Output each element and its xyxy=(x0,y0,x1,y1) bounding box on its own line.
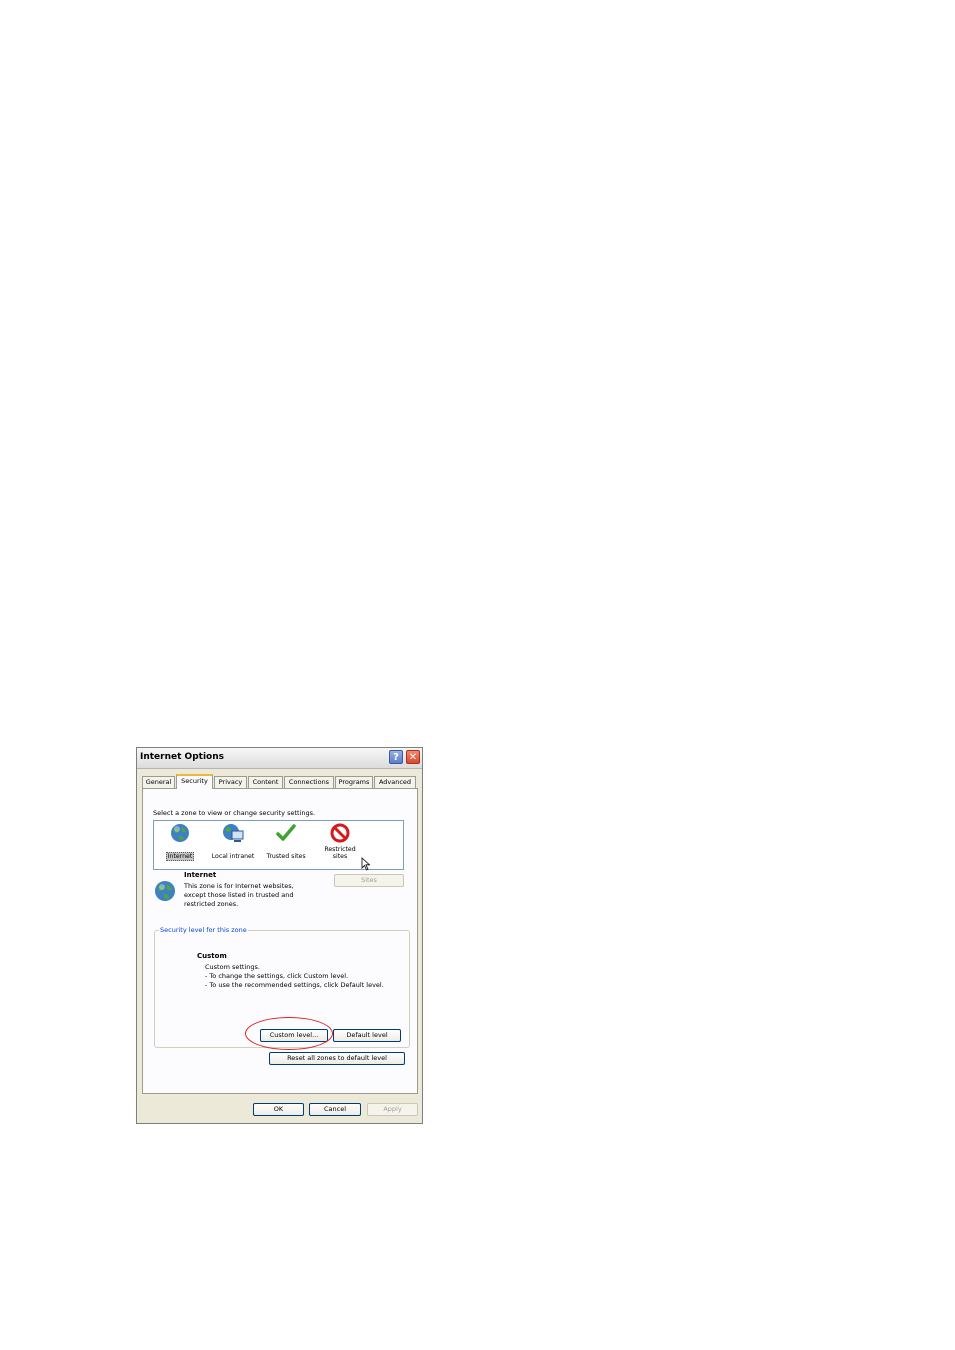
ok-button[interactable]: OK xyxy=(253,1103,304,1116)
zone-title: Internet xyxy=(184,871,217,879)
zone-label-trusted-sites: Trusted sites xyxy=(266,853,306,860)
tab-advanced[interactable]: Advanced xyxy=(374,776,416,788)
cancel-button[interactable]: Cancel xyxy=(309,1103,361,1116)
level-desc-line1: Custom settings. xyxy=(205,963,260,971)
globe-icon xyxy=(171,824,189,842)
tab-content[interactable]: Content xyxy=(248,776,283,788)
title-bar[interactable]: Internet Options ? ✕ xyxy=(137,748,422,769)
security-level-title: Custom xyxy=(197,952,227,960)
internet-options-dialog: Internet Options ? ✕ General Security Pr… xyxy=(136,747,423,1124)
help-button[interactable]: ? xyxy=(389,750,403,764)
checkmark-icon xyxy=(276,824,296,841)
zone-desc-line2: except those listed in trusted and xyxy=(184,891,294,899)
level-desc-line3: - To use the recommended settings, click… xyxy=(205,981,384,989)
zone-item-restricted-sites[interactable]: Restricted sites xyxy=(314,823,366,862)
zone-desc-line1: This zone is for Internet websites, xyxy=(184,882,294,890)
highlight-circle-annotation xyxy=(245,1017,333,1050)
mouse-pointer-icon xyxy=(361,857,371,871)
zone-item-trusted-sites[interactable]: Trusted sites xyxy=(260,823,312,862)
tab-general[interactable]: General xyxy=(142,776,175,788)
tab-security[interactable]: Security xyxy=(176,774,213,789)
zone-label-restricted-sites: Restricted sites xyxy=(324,846,356,860)
zone-label-local-intranet: Local intranet xyxy=(211,853,255,860)
reset-all-zones-button[interactable]: Reset all zones to default level xyxy=(269,1052,405,1065)
zone-globe-icon xyxy=(155,881,175,901)
tab-programs[interactable]: Programs xyxy=(335,776,373,788)
zone-item-internet[interactable]: Internet xyxy=(154,823,206,862)
window-title: Internet Options xyxy=(140,752,224,762)
tab-privacy[interactable]: Privacy xyxy=(214,776,247,788)
sites-button[interactable]: Sites xyxy=(334,874,404,887)
close-icon: ✕ xyxy=(408,752,418,763)
help-icon: ? xyxy=(393,752,399,763)
level-desc-line2: - To change the settings, click Custom l… xyxy=(205,972,349,980)
close-button[interactable]: ✕ xyxy=(406,750,420,764)
security-level-group-label: Security level for this zone xyxy=(159,926,248,934)
zone-list: Internet Local intranet Trusted sites Re… xyxy=(153,820,404,871)
apply-button[interactable]: Apply xyxy=(367,1103,418,1116)
zone-select-prompt: Select a zone to view or change security… xyxy=(153,809,316,817)
zone-label-internet: Internet xyxy=(165,852,195,861)
tab-connections[interactable]: Connections xyxy=(284,776,334,788)
restricted-icon xyxy=(330,823,350,843)
default-level-button[interactable]: Default level xyxy=(333,1029,401,1042)
zone-desc-line3: restricted zones. xyxy=(184,900,239,908)
intranet-icon xyxy=(223,824,244,842)
zone-item-local-intranet[interactable]: Local intranet xyxy=(207,823,259,862)
